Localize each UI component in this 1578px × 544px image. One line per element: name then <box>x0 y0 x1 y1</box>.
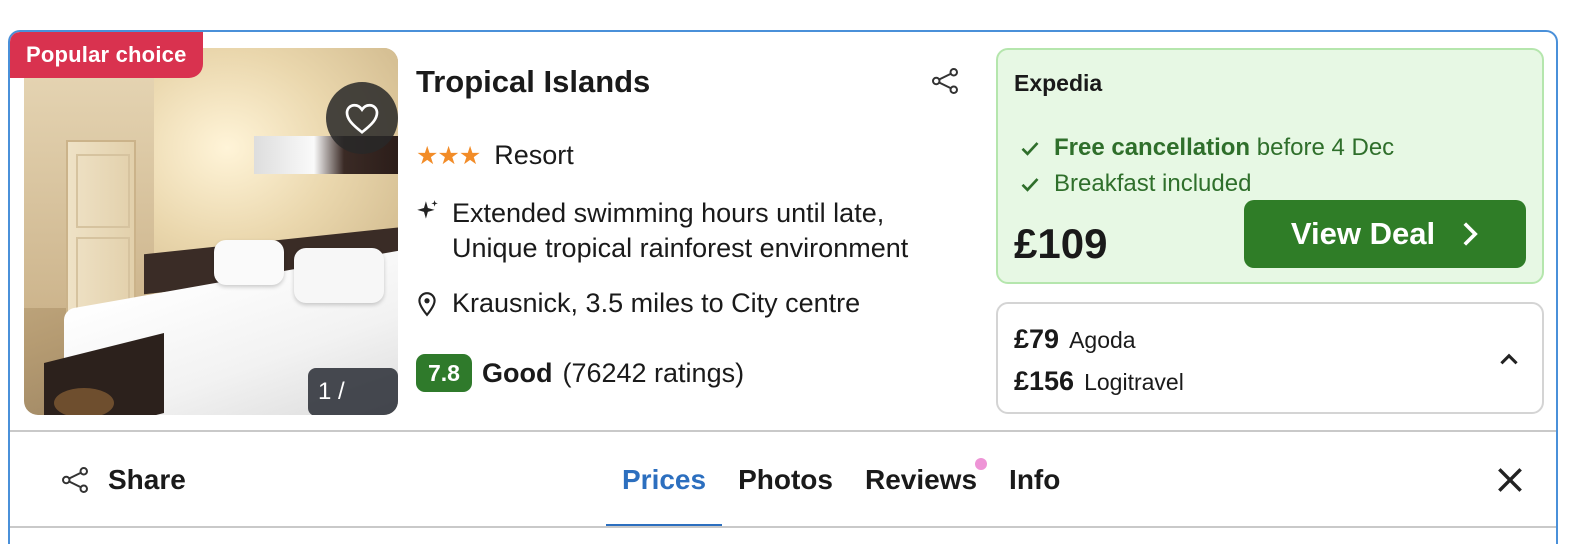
offer-row[interactable]: £156 Logitravel <box>1014 366 1184 397</box>
chevron-up-icon[interactable] <box>1496 346 1522 372</box>
star-rating: ★★★ <box>416 141 481 170</box>
tab-reviews-label: Reviews <box>864 464 978 495</box>
location-text: Krausnick, 3.5 miles to City centre <box>452 288 861 318</box>
rating-row[interactable]: 7.8 Good (76242 ratings) <box>416 354 744 392</box>
divider <box>10 526 1556 528</box>
hotel-class-row: ★★★ Resort <box>416 140 574 171</box>
favorite-button[interactable] <box>326 82 398 154</box>
property-type: Resort <box>494 140 574 170</box>
detail-tabs: Prices Photos Reviews Info <box>606 432 1076 528</box>
close-icon[interactable] <box>1494 464 1526 496</box>
offer-row[interactable]: £79 Agoda <box>1014 324 1136 355</box>
share-icon[interactable] <box>930 66 960 96</box>
review-score-label: Good <box>481 357 553 388</box>
breakfast-perk: Breakfast included <box>1020 170 1251 198</box>
offer-provider: Agoda <box>1069 327 1136 353</box>
popular-choice-badge: Popular choice <box>10 32 203 78</box>
share-button[interactable]: Share <box>60 464 186 496</box>
sparkle-icon <box>417 200 438 219</box>
share-icon <box>62 467 88 493</box>
highlight-line: Extended swimming hours until late, <box>452 198 885 228</box>
tab-info[interactable]: Info <box>993 432 1076 528</box>
check-icon <box>1021 178 1039 192</box>
top-deal-box[interactable]: Expedia Free cancellation before 4 Dec B… <box>996 48 1544 284</box>
view-deal-label: View Deal <box>1290 216 1436 251</box>
deal-provider: Expedia <box>1014 70 1103 96</box>
share-label: Share <box>108 464 186 495</box>
check-icon <box>1021 142 1039 156</box>
hotel-photo[interactable]: 1 / 105 <box>24 48 398 415</box>
tab-prices[interactable]: Prices <box>606 432 723 528</box>
deal-price: £109 <box>1014 220 1108 267</box>
highlights: Extended swimming hours until late, Uniq… <box>414 196 908 266</box>
hotel-card: 1 / 105 Popular choice Tropical Islands … <box>8 30 1558 544</box>
offer-price: £79 <box>1014 324 1060 354</box>
view-deal-button[interactable]: View Deal <box>1244 200 1526 268</box>
heart-icon <box>345 103 379 134</box>
photo-counter: 1 / 105 <box>308 368 398 415</box>
review-score-badge: 7.8 <box>416 354 472 392</box>
tab-reviews[interactable]: Reviews <box>849 432 993 528</box>
map-pin-icon <box>418 291 436 316</box>
chevron-right-icon <box>1463 222 1478 246</box>
perk-bold: Free cancellation <box>1054 134 1251 161</box>
perk-rest: before 4 Dec <box>1256 134 1395 161</box>
free-cancellation-perk: Free cancellation before 4 Dec <box>1020 134 1394 162</box>
other-offers[interactable]: £79 Agoda £156 Logitravel <box>996 302 1544 414</box>
ratings-count: (76242 ratings) <box>562 357 745 388</box>
notification-dot <box>975 458 988 470</box>
highlight-line: Unique tropical rainforest environment <box>452 233 909 263</box>
location-row: Krausnick, 3.5 miles to City centre <box>414 288 860 319</box>
tab-photos[interactable]: Photos <box>722 432 849 528</box>
hotel-name[interactable]: Tropical Islands <box>416 64 650 100</box>
perk-text: Breakfast included <box>1054 170 1252 197</box>
offer-provider: Logitravel <box>1084 369 1184 395</box>
offer-price: £156 <box>1014 366 1075 396</box>
